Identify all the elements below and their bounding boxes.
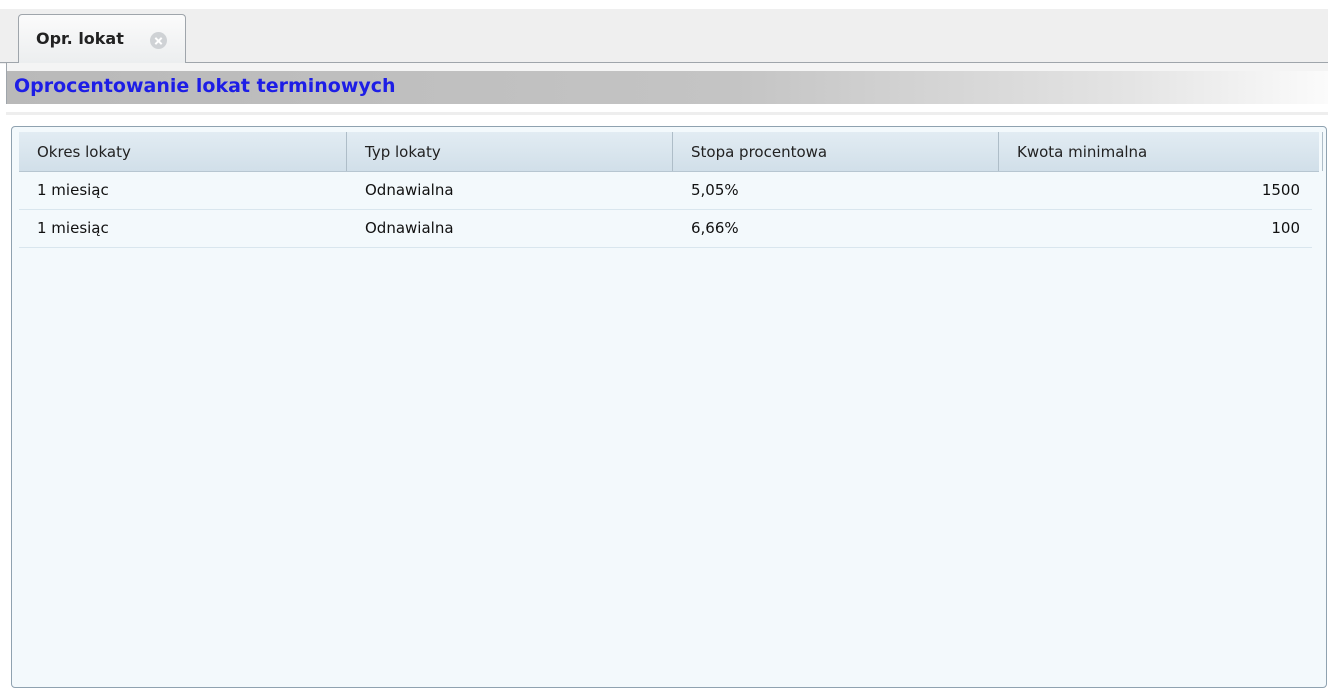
- cell-typ: Odnawialna: [365, 219, 454, 237]
- column-header-kwota[interactable]: Kwota minimalna: [999, 132, 1323, 171]
- cell-stopa: 6,66%: [691, 219, 739, 237]
- tab-baseline: [0, 62, 1328, 63]
- deposit-rates-table: Okres lokaty Typ lokaty Stopa procentowa…: [11, 126, 1327, 688]
- tab-opr-lokat[interactable]: Opr. lokat: [18, 14, 186, 63]
- cell-okres: 1 miesiąc: [37, 181, 109, 199]
- cell-kwota: 100: [1271, 219, 1300, 237]
- panel-header-highlight: [7, 63, 1328, 71]
- cell-okres: 1 miesiąc: [37, 219, 109, 237]
- column-header-stopa[interactable]: Stopa procentowa: [673, 132, 999, 171]
- cell-stopa: 5,05%: [691, 181, 739, 199]
- cell-typ: Odnawialna: [365, 181, 454, 199]
- divider: [6, 112, 1328, 115]
- page-title: Oprocentowanie lokat terminowych: [14, 75, 396, 97]
- column-header-typ[interactable]: Typ lokaty: [347, 132, 673, 171]
- tab-label: Opr. lokat: [36, 29, 124, 48]
- cell-kwota: 1500: [1261, 181, 1300, 199]
- table-header: Okres lokaty Typ lokaty Stopa procentowa…: [19, 132, 1323, 172]
- close-icon[interactable]: [150, 32, 167, 49]
- table-row[interactable]: 1 miesiąc Odnawialna 5,05% 1500: [19, 172, 1312, 210]
- column-header-okres[interactable]: Okres lokaty: [19, 132, 347, 171]
- tab-bar: [0, 9, 1328, 64]
- table-row[interactable]: 1 miesiąc Odnawialna 6,66% 100: [19, 210, 1312, 248]
- panel-header: Oprocentowanie lokat terminowych: [6, 63, 1328, 104]
